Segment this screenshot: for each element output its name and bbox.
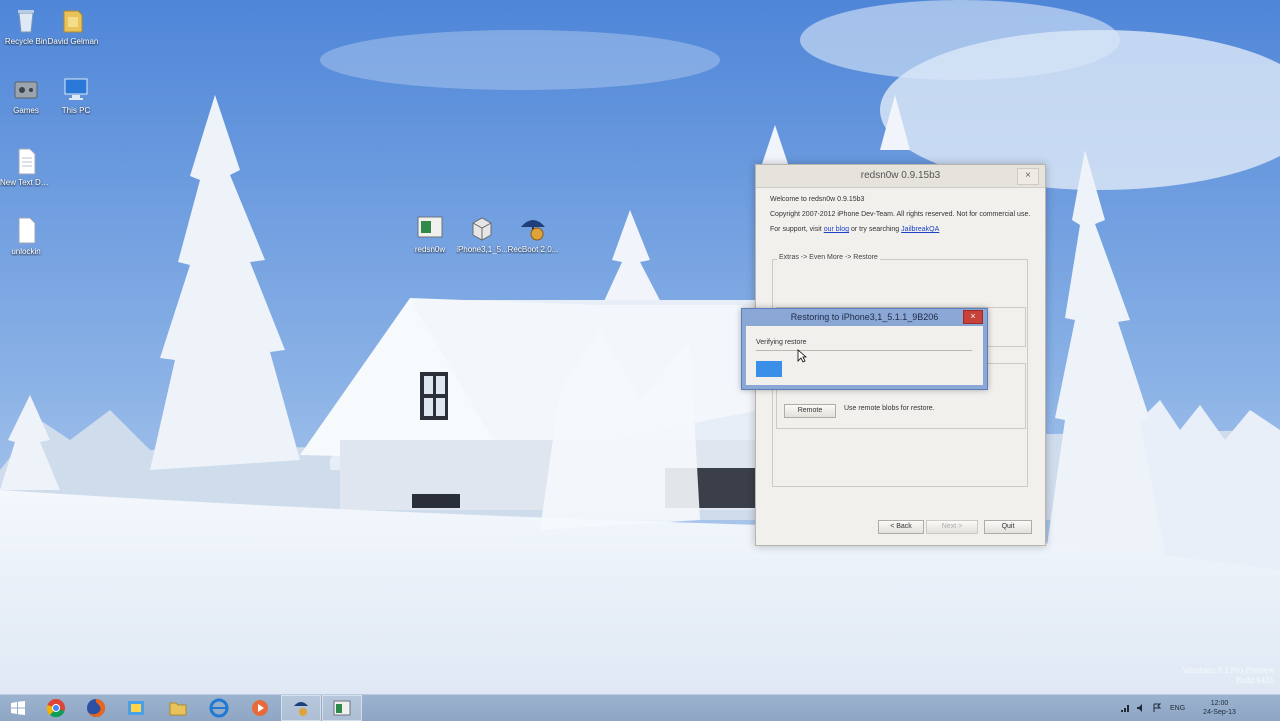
recboot-icon: [521, 220, 545, 241]
copyright-text: Copyright 2007-2012 iPhone Dev-Team. All…: [770, 211, 1031, 218]
restore-progress-dialog: Restoring to iPhone3,1_5.1.1_9B206 × Ver…: [741, 308, 988, 390]
document-icon: [18, 217, 36, 244]
remote-button[interactable]: Remote: [784, 404, 836, 418]
dialog-titlebar[interactable]: Restoring to iPhone3,1_5.1.1_9B206 ×: [742, 309, 987, 325]
taskbar-mail[interactable]: [116, 695, 156, 721]
start-button[interactable]: [0, 695, 36, 721]
close-button[interactable]: ×: [1017, 168, 1039, 185]
media-player-icon: [252, 700, 268, 716]
taskbar-media-player[interactable]: [240, 695, 280, 721]
clock[interactable]: 12:00 24-Sep-13: [1203, 699, 1236, 717]
progress-bar-fill: [756, 361, 782, 377]
desktop-icon-unlockin[interactable]: unlockin: [0, 215, 52, 256]
quit-button[interactable]: Quit: [984, 520, 1032, 534]
taskbar-redsn0w[interactable]: [322, 695, 362, 721]
redsn0w-icon: [333, 700, 351, 716]
desktop-icon-label: Recycle Bin: [4, 37, 48, 46]
desktop-icon-new-text-document[interactable]: New Text Document: [0, 146, 52, 187]
progress-separator: [756, 350, 972, 351]
taskbar-chrome[interactable]: [36, 695, 76, 721]
blog-link[interactable]: our blog: [824, 226, 849, 233]
desktop-icon-label: Games: [13, 106, 39, 115]
clock-date: 24-Sep-13: [1203, 709, 1236, 716]
recboot-icon: [294, 702, 308, 716]
file-explorer-icon: [169, 702, 187, 716]
network-icon[interactable]: [1120, 703, 1130, 713]
support-line: For support, visit our blog or try searc…: [770, 225, 1031, 234]
desktop-icon-recycle-bin[interactable]: Recycle Bin: [0, 5, 52, 46]
desktop-icon-games[interactable]: Games: [0, 74, 52, 115]
watermark-line-2: Build 9431: [1236, 676, 1274, 685]
desktop-icon-label: This PC: [61, 106, 91, 115]
desktop-icon-redsn0w[interactable]: redsn0w: [404, 213, 456, 254]
computer-icon: [64, 78, 88, 100]
breadcrumb: Extras -> Even More -> Restore: [777, 254, 880, 261]
application-icon: [417, 216, 443, 238]
dialog-title: Restoring to iPhone3,1_5.1.1_9B206: [790, 312, 939, 322]
input-language[interactable]: ENG: [1170, 705, 1185, 712]
desktop-wallpaper: [0, 0, 1280, 694]
remote-description: Use remote blobs for restore.: [844, 405, 935, 412]
support-middle: or try searching: [850, 226, 900, 233]
windows-start-icon: [11, 701, 25, 715]
desktop-icon-this-pc[interactable]: This PC: [50, 74, 102, 115]
folder-icon: [63, 10, 83, 33]
desktop-icon-label: redsn0w: [414, 245, 446, 254]
status-text: Verifying restore: [756, 339, 807, 346]
windows-watermark: Windows 8.1 Pro Preview Build 9431: [1183, 666, 1274, 686]
taskbar-recboot[interactable]: [281, 695, 321, 721]
mail-icon: [128, 701, 144, 715]
progress-bar: [756, 361, 972, 377]
mouse-cursor-icon: [797, 349, 807, 363]
desktop-icon-recboot[interactable]: RecBoot 2.0...: [507, 213, 559, 254]
support-prefix: For support, visit: [770, 226, 822, 233]
watermark-line-1: Windows 8.1 Pro Preview: [1182, 666, 1274, 675]
system-tray: ENG 12:00 24-Sep-13: [1120, 695, 1280, 721]
desktop-icon-user-folder[interactable]: David Gelman: [47, 5, 99, 46]
taskbar-file-explorer[interactable]: [158, 695, 198, 721]
desktop-icon-firmware[interactable]: iPhone3,1_5...: [456, 213, 508, 254]
welcome-text: Welcome to redsn0w 0.9.15b3: [770, 196, 865, 203]
back-button[interactable]: < Back: [878, 520, 924, 534]
flag-icon[interactable]: [1152, 703, 1162, 713]
jailbreakqa-link[interactable]: JailbreakQA: [901, 226, 939, 233]
internet-explorer-icon: [209, 698, 229, 718]
taskbar-internet-explorer[interactable]: [199, 695, 239, 721]
text-document-icon: [18, 148, 36, 175]
desktop-icon-label: RecBoot 2.0...: [507, 245, 559, 254]
volume-icon[interactable]: [1136, 703, 1146, 713]
taskbar: ENG 12:00 24-Sep-13: [0, 694, 1280, 721]
desktop-icon-label: unlockin: [11, 247, 41, 256]
dialog-close-button[interactable]: ×: [963, 310, 983, 324]
desktop-icon-label: New Text Document: [0, 178, 52, 187]
window-info: Welcome to redsn0w 0.9.15b3 Copyright 20…: [770, 195, 1031, 240]
firmware-file-icon: [472, 217, 492, 241]
recycle-bin-icon: [18, 10, 34, 33]
games-icon: [14, 81, 38, 99]
taskbar-firefox[interactable]: [76, 695, 116, 721]
window-titlebar[interactable]: redsn0w 0.9.15b3 ×: [756, 165, 1045, 188]
window-title: redsn0w 0.9.15b3: [860, 170, 941, 181]
clock-time: 12:00: [1210, 700, 1229, 707]
desktop-icon-label: David Gelman: [47, 37, 99, 46]
desktop-icon-label: iPhone3,1_5...: [456, 245, 508, 254]
chrome-icon: [46, 699, 65, 718]
firefox-icon: [87, 698, 106, 717]
dialog-content: Verifying restore: [746, 326, 983, 385]
next-button[interactable]: Next >: [926, 520, 978, 534]
